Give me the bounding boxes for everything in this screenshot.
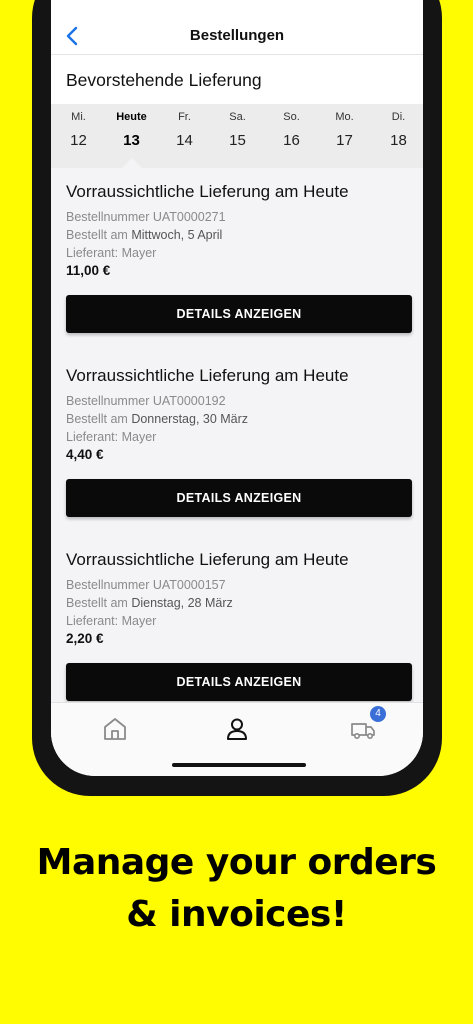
order-number: Bestellnummer UAT0000157 bbox=[66, 578, 226, 592]
day-name: Mi. bbox=[71, 111, 86, 123]
app-screen: Bestellungen Bevorstehende Lieferung Mi.… bbox=[51, 0, 423, 776]
order-card: Vorraussichtliche Lieferung am Heute Bes… bbox=[51, 536, 423, 702]
delivery-heading: Vorraussichtliche Lieferung am Heute bbox=[66, 366, 349, 385]
day-number: 17 bbox=[336, 132, 353, 149]
notification-badge: 4 bbox=[370, 706, 386, 722]
order-date-prefix: Bestellt am bbox=[66, 412, 128, 426]
day-name: Sa. bbox=[229, 111, 246, 123]
profile-icon[interactable] bbox=[223, 715, 251, 743]
delivery-heading: Vorraussichtliche Lieferung am Heute bbox=[66, 182, 349, 201]
date-item-tue[interactable]: Di. 18 bbox=[372, 104, 423, 168]
date-item-sat[interactable]: Sa. 15 bbox=[211, 104, 264, 168]
order-card: Vorraussichtliche Lieferung am Heute Bes… bbox=[51, 352, 423, 536]
delivery-heading: Vorraussichtliche Lieferung am Heute bbox=[66, 550, 349, 569]
tagline-line-1: Manage your orders bbox=[36, 842, 437, 883]
day-number: 16 bbox=[283, 132, 300, 149]
details-button[interactable]: DETAILS ANZEIGEN bbox=[66, 663, 412, 701]
day-name: So. bbox=[283, 111, 300, 123]
order-date: Bestellt am Dienstag, 28 März bbox=[66, 596, 233, 610]
order-date-value: Dienstag, 28 März bbox=[131, 596, 233, 610]
date-strip: Mi. 12 Heute 13 Fr. 14 Sa. 15 So. 16 Mo.… bbox=[51, 104, 423, 168]
date-item-mon[interactable]: Mo. 17 bbox=[318, 104, 371, 168]
day-number: 15 bbox=[229, 132, 246, 149]
order-price: 11,00 € bbox=[66, 263, 111, 278]
order-date-value: Mittwoch, 5 April bbox=[131, 228, 223, 242]
page-title: Bestellungen bbox=[189, 27, 285, 44]
day-number: 18 bbox=[390, 132, 407, 149]
home-indicator bbox=[172, 763, 306, 767]
supplier: Lieferant: Mayer bbox=[66, 246, 157, 260]
order-date: Bestellt am Donnerstag, 30 März bbox=[66, 412, 248, 426]
date-item-sun[interactable]: So. 16 bbox=[265, 104, 318, 168]
order-price: 4,40 € bbox=[66, 447, 104, 462]
order-number: Bestellnummer UAT0000271 bbox=[66, 210, 226, 224]
order-card: Vorraussichtliche Lieferung am Heute Bes… bbox=[51, 168, 423, 352]
tagline-line-2: & invoices! bbox=[126, 894, 347, 935]
order-date: Bestellt am Mittwoch, 5 April bbox=[66, 228, 222, 242]
day-number: 14 bbox=[176, 132, 193, 149]
order-date-prefix: Bestellt am bbox=[66, 596, 128, 610]
navigation-bar: Bestellungen bbox=[51, 0, 423, 55]
order-price: 2,20 € bbox=[66, 631, 104, 646]
day-name: Mo. bbox=[335, 111, 354, 123]
order-number: Bestellnummer UAT0000192 bbox=[66, 394, 226, 408]
order-date-prefix: Bestellt am bbox=[66, 228, 128, 242]
order-date-value: Donnerstag, 30 März bbox=[131, 412, 249, 426]
supplier: Lieferant: Mayer bbox=[66, 430, 157, 444]
home-icon[interactable] bbox=[101, 715, 129, 743]
day-name: Di. bbox=[391, 111, 406, 123]
section-title: Bevorstehende Lieferung bbox=[66, 70, 262, 90]
supplier: Lieferant: Mayer bbox=[66, 614, 157, 628]
order-list[interactable]: Vorraussichtliche Lieferung am Heute Bes… bbox=[51, 168, 423, 702]
date-item-fri[interactable]: Fr. 14 bbox=[158, 104, 211, 168]
details-button[interactable]: DETAILS ANZEIGEN bbox=[66, 295, 412, 333]
day-name: Heute bbox=[116, 111, 147, 123]
date-item-wed[interactable]: Mi. 12 bbox=[52, 104, 105, 168]
day-number: 13 bbox=[123, 132, 140, 149]
selected-day-indicator bbox=[121, 158, 143, 169]
details-button[interactable]: DETAILS ANZEIGEN bbox=[66, 479, 412, 517]
day-number: 12 bbox=[70, 132, 87, 149]
day-name: Fr. bbox=[178, 111, 191, 123]
